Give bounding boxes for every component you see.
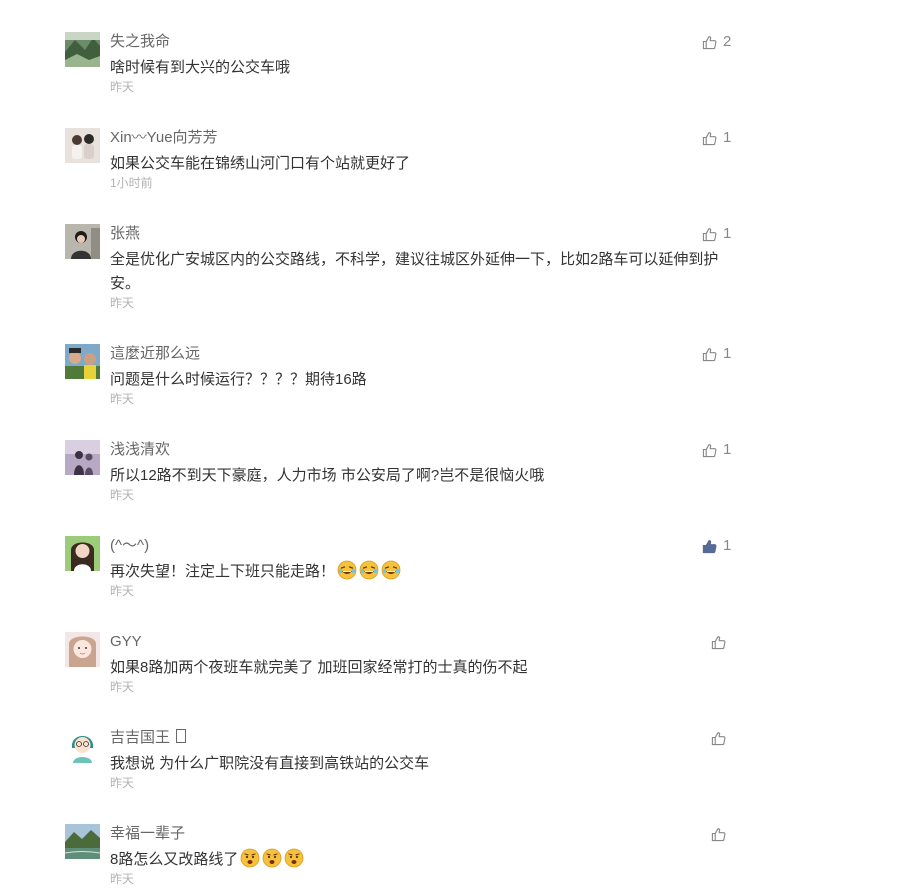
thumbs-up-icon [702,131,717,145]
like-button[interactable]: 2 [702,32,731,52]
river-landscape-avatar-icon[interactable] [65,824,100,859]
comment-nickname[interactable]: 失之我命 [110,32,170,52]
comment-nickname[interactable]: 幸福一辈子 [110,824,185,844]
comment-content: 如果公交车能在锦绣山河门口有个站就更好了 [110,155,411,172]
surprised-emoji [284,848,304,868]
unknown-glyph-icon [176,729,187,743]
like-count: 2 [723,33,732,50]
thumbs-up-icon [702,443,717,457]
like-button[interactable]: 1 [702,344,731,364]
comment-text: 8路怎么又改路线了 [110,851,239,868]
thumbs-up-filled-icon [702,539,717,553]
comment-content: 再次失望！注定上下班只能走路！ [110,560,735,584]
girl-portrait-avatar-icon[interactable] [65,536,100,571]
like-count: 1 [723,129,732,146]
like-count: 1 [723,537,732,554]
like-button[interactable]: 1 [702,128,731,148]
like-count: 1 [723,225,732,242]
comment-nickname[interactable]: 吉吉国王 [110,728,187,748]
comment-content: 8路怎么又改路线了 [110,848,735,872]
thumbs-up-icon [711,827,726,841]
like-button[interactable]: 1 [702,536,731,556]
comment-content: 如果8路加两个夜班车就完美了 加班回家经常打的士真的伤不起 [110,659,528,676]
laughing-tears-emoji [381,560,401,580]
couple-photo-avatar-icon[interactable] [65,128,100,163]
thumbs-up-icon [702,35,717,49]
thumbs-up-icon [702,227,717,241]
like-count: 1 [723,441,732,458]
comment-time: 昨天 [110,776,135,790]
comment-content: 问题是什么时候运行？？？？期待16路 [110,371,367,388]
comment-nickname[interactable]: 张燕 [110,224,140,244]
comment-content: 我想说 为什么广职院没有直接到高铁站的公交车 [110,755,430,772]
landscape-avatar-icon[interactable] [65,32,100,67]
woman-portrait-avatar-icon[interactable] [65,224,100,259]
comment-content: 全是优化广安城区内的公交路线，不科学，建议往城区外延伸一下，比如2路车可以延伸到… [110,251,719,292]
comment-time: 昨天 [110,872,135,886]
comment-time: 昨天 [110,680,135,694]
cartoon-girl-avatar-icon[interactable] [65,728,100,763]
thumbs-up-icon [702,347,717,361]
laughing-tears-emoji [359,560,379,580]
comment-nickname[interactable]: GYY [110,632,142,652]
comment-time: 昨天 [110,584,135,598]
silhouette-avatar-icon[interactable] [65,440,100,475]
comment-nickname[interactable]: (^～^) [110,536,149,556]
comment-time: 昨天 [110,80,135,94]
like-button[interactable] [711,824,732,844]
surprised-emoji [240,848,260,868]
selfie-avatar-icon[interactable] [65,344,100,379]
like-button[interactable] [711,728,732,748]
comment-content: 所以12路不到天下豪庭，人力市场 市公安局了啊?岂不是很恼火哦 [110,467,545,484]
comment-time: 1小时前 [110,176,153,190]
comment-content: 啥时候有到大兴的公交车哦 [110,59,291,76]
laughing-tears-emoji [337,560,357,580]
comment-text: 再次失望！注定上下班只能走路！ [110,563,336,580]
like-button[interactable]: 1 [702,440,731,460]
comment-time: 昨天 [110,392,135,406]
comment-nickname[interactable]: 這麼近那么远 [110,344,200,364]
thumbs-up-icon [711,635,726,649]
nickname-text: 吉吉国王 [110,729,175,746]
comment-nickname[interactable]: 浅浅清欢 [110,440,170,460]
like-count: 1 [723,345,732,362]
comment-time: 昨天 [110,488,135,502]
surprised-emoji [262,848,282,868]
thumbs-up-icon [711,731,726,745]
comment-nickname[interactable]: Xin〰Yue向芳芳 [110,128,218,148]
comment-time: 昨天 [110,296,135,310]
like-button[interactable] [711,632,732,652]
girl-face-avatar-icon[interactable] [65,632,100,667]
like-button[interactable]: 1 [702,224,731,244]
